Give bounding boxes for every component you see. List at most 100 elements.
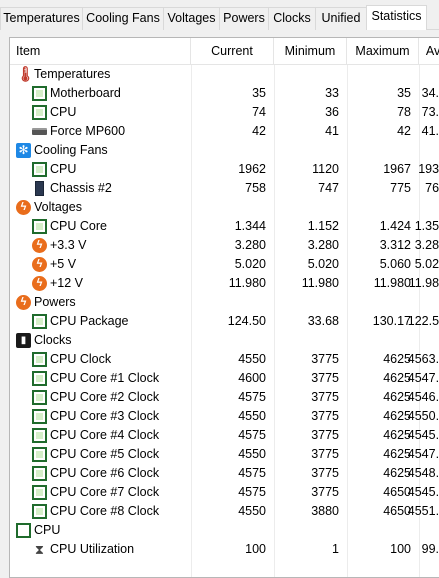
column-header-current[interactable]: Current (191, 38, 274, 64)
current-value: 5.020 (234, 257, 266, 271)
thermometer-icon: 🌡 (16, 66, 36, 83)
average-value-text: 4563.0 (407, 352, 439, 366)
cpu-chip-icon (32, 504, 47, 519)
current-value: 3.280 (234, 238, 266, 252)
column-header-item[interactable]: Item (10, 38, 191, 64)
row-label-cell: CPU Core #5 Clock (10, 445, 191, 464)
average-value-text: 4548.2 (407, 466, 439, 480)
average-value-text: 1937 (418, 162, 439, 176)
category-row[interactable]: ▮ Clocks (10, 331, 439, 350)
category-row[interactable]: ✻ Cooling Fans (10, 141, 439, 160)
sensor-row[interactable]: Chassis #2 758 747 775 761 (10, 179, 439, 198)
tab-unified[interactable]: Unified (315, 7, 367, 30)
motherboard-icon (32, 86, 47, 101)
sensor-row[interactable]: CPU Core #7 Clock4575377546504545.8 (10, 483, 439, 502)
cpu-chip-icon (32, 371, 47, 386)
tab-statistics[interactable]: Statistics (366, 5, 427, 30)
average-value: 4563.0 (408, 350, 439, 369)
table-header: Item Current Minimum Maximum Average (10, 38, 439, 65)
sensor-row[interactable]: ϟ+12 V11.98011.98011.98011.980 (10, 274, 439, 293)
sensor-row[interactable]: CPU Core #6 Clock4575377546254548.2 (10, 464, 439, 483)
cpu-chip-icon (32, 485, 47, 500)
average-value: 4545.8 (408, 483, 439, 502)
average-value-text: 34.3 (421, 86, 439, 100)
row-label: Cooling Fans (34, 143, 108, 157)
sensor-row[interactable]: CPU Package124.5033.68130.17122.52 (10, 312, 439, 331)
sensor-row[interactable]: CPU Core #1 Clock4600377546254547.3 (10, 369, 439, 388)
sensor-row[interactable]: CPU 74 36 78 73.1 (10, 103, 439, 122)
sensor-row[interactable]: CPU Core #2 Clock4575377546254546.1 (10, 388, 439, 407)
row-label-cell: ϟ +5 V (10, 255, 191, 274)
tab-cooling-fans[interactable]: Cooling Fans (82, 7, 164, 30)
sensor-row[interactable]: ⧗ CPU Utilization 100 1 100 99.5 (10, 540, 439, 559)
average-value-text: 761 (425, 181, 439, 195)
category-row[interactable]: ϟ Voltages (10, 198, 439, 217)
row-label: Powers (34, 295, 76, 309)
row-label-cell: CPU Core #4 Clock (10, 426, 191, 445)
current-value: 11.980 (228, 276, 266, 290)
current-value: 4550 (238, 504, 266, 518)
row-label-cell: CPU Core #7 Clock (10, 483, 191, 502)
cpu-chip-icon (32, 219, 47, 234)
tab-bar: Temperatures Cooling Fans Voltages Power… (0, 0, 439, 30)
sensor-row[interactable]: ϟ+3.3 V 3.280 3.280 3.3123.283 (10, 236, 439, 255)
sensor-row[interactable]: CPU 1962 1120 1967 1937 (10, 160, 439, 179)
row-label: Clocks (34, 333, 72, 347)
average-value: 99.5 (419, 540, 439, 559)
cpu-chip-icon (32, 390, 47, 405)
tab-powers[interactable]: Powers (219, 7, 269, 30)
tab-voltages[interactable]: Voltages (163, 7, 220, 30)
sensor-row[interactable]: CPU Core #4 Clock4575377546254545.2 (10, 426, 439, 445)
row-label-cell: ϟ Powers (10, 293, 191, 312)
column-header-minimum[interactable]: Minimum (274, 38, 347, 64)
sensor-row[interactable]: Motherboard 35 33 35 34.3 (10, 84, 439, 103)
sensor-row[interactable]: ϟ+5 V 5.020 5.020 5.0605.021 (10, 255, 439, 274)
row-label-cell: CPU (10, 160, 191, 179)
cpu-chip-icon (32, 105, 47, 120)
sensor-row[interactable]: CPU Core #8 Clock4550388046504551.6 (10, 502, 439, 521)
category-row[interactable]: 🌡 Temperatures (10, 65, 439, 84)
row-label-cell: CPU Package (10, 312, 191, 331)
row-label-cell: ▮ Clocks (10, 331, 191, 350)
row-label: +5 V (50, 257, 77, 271)
statistics-table: Item Current Minimum Maximum Average 🌡Te… (9, 37, 439, 578)
voltage-icon: ϟ (32, 238, 47, 253)
cpu-chip-icon (32, 314, 47, 329)
row-label-cell: CPU Core (10, 217, 191, 236)
tab-clocks[interactable]: Clocks (268, 7, 316, 30)
average-value-text: 99.5 (421, 542, 439, 556)
row-label-cell: CPU (10, 103, 191, 122)
row-label: CPU Clock (50, 352, 112, 366)
sensor-row[interactable]: CPU Core #5 Clock4550377546254547.6 (10, 445, 439, 464)
average-value: 4550.3 (408, 407, 439, 426)
row-label-cell: Force MP600 (10, 122, 191, 141)
current-value: 4550 (238, 409, 266, 423)
average-value-text: 122.52 (407, 314, 439, 328)
row-label: CPU (34, 523, 61, 537)
row-label-cell: Motherboard (10, 84, 191, 103)
cpu-category-icon (16, 523, 31, 538)
column-header-average[interactable]: Average (419, 38, 439, 64)
hourglass-icon: ⧗ (34, 542, 45, 557)
minimum-value: 41 (325, 124, 339, 138)
category-row[interactable]: CPU (10, 521, 439, 540)
average-value: 1.353 (415, 217, 439, 236)
chassis-icon (35, 181, 44, 196)
sensor-row[interactable]: CPU Clock4550377546254563.0 (10, 350, 439, 369)
category-row[interactable]: ϟ Powers (10, 293, 439, 312)
maximum-value: 775 (390, 181, 411, 195)
row-label: CPU Core #6 Clock (50, 466, 160, 480)
sensor-row[interactable]: CPU Core #3 Clock4550377546254550.3 (10, 407, 439, 426)
column-header-maximum[interactable]: Maximum (347, 38, 419, 64)
average-value: 4545.2 (408, 426, 439, 445)
average-value-text: 4547.3 (407, 371, 439, 385)
average-value-text: 4545.8 (407, 485, 439, 499)
minimum-value: 1 (332, 542, 339, 556)
row-label: Motherboard (50, 86, 121, 100)
row-label: CPU (50, 105, 77, 119)
sensor-row[interactable]: CPU Core 1.344 1.152 1.4241.353 (10, 217, 439, 236)
sensor-row[interactable]: Force MP600 42 41 42 41.9 (10, 122, 439, 141)
tab-temperatures[interactable]: Temperatures (0, 7, 83, 30)
row-label-cell: ϟ +12 V (10, 274, 191, 293)
minimum-value: 1120 (312, 162, 339, 176)
